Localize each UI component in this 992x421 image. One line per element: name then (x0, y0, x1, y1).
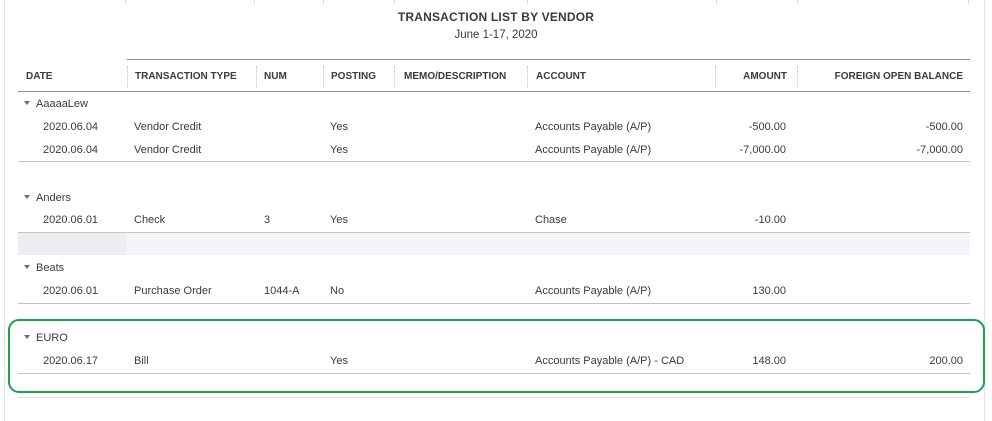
cell-posting: No (330, 285, 345, 297)
ruler-tick (716, 0, 717, 4)
page-left-edge (4, 0, 5, 421)
column-resizer[interactable] (797, 66, 798, 88)
cell-foreign-open-balance (818, 209, 963, 231)
caret-down-icon (24, 101, 30, 106)
column-header-row: DATE TRANSACTION TYPE NUM POSTING MEMO/D… (18, 63, 970, 90)
header-bottom-rule (18, 91, 970, 92)
cell-foreign-open-balance: -7,000.00 (916, 144, 963, 156)
cell-account: Accounts Payable (A/P) (535, 121, 652, 133)
group-total-rule (18, 303, 970, 304)
column-resizer[interactable] (256, 66, 257, 88)
ruler-tick (968, 0, 969, 4)
vendor-group-toggle[interactable]: AaaaaLew (24, 96, 88, 112)
col-header-posting[interactable]: POSTING (331, 63, 376, 90)
cell-num: 3 (264, 214, 271, 226)
column-resizer[interactable] (527, 66, 528, 88)
cell-account: Chase (535, 214, 567, 226)
highlight-box (8, 319, 985, 393)
column-resizer[interactable] (127, 66, 128, 88)
table-row[interactable]: 2020.06.04 Vendor Credit Yes Accounts Pa… (18, 116, 970, 138)
vendor-name: Beats (36, 262, 65, 274)
cell-date: 2020.06.01 (43, 285, 99, 297)
column-resizer[interactable] (394, 66, 395, 88)
header-top-rule (127, 59, 970, 60)
report-title: TRANSACTION LIST BY VENDOR (397, 10, 595, 24)
ruler-tick (125, 0, 126, 4)
vendor-group-toggle[interactable]: Anders (24, 190, 71, 206)
ruler-tick (254, 0, 255, 4)
cell-foreign-open-balance: -500.00 (925, 121, 963, 133)
cell-amount[interactable]: -10.00 (706, 209, 786, 231)
cell-amount[interactable]: -7,000.00 (706, 139, 786, 161)
empty-total-band (18, 233, 970, 255)
ruler-tick (323, 0, 324, 4)
report-date-range: June 1-17, 2020 (454, 29, 538, 41)
cell-transaction-type[interactable]: Purchase Order (134, 280, 212, 302)
report-page: TRANSACTION LIST BY VENDOR June 1-17, 20… (0, 0, 992, 421)
col-header-transaction-type[interactable]: TRANSACTION TYPE (135, 63, 237, 90)
group-total-rule (18, 161, 970, 162)
vendor-name: AaaaaLew (36, 98, 88, 110)
cell-posting: Yes (330, 214, 348, 226)
cell-transaction-type[interactable]: Vendor Credit (134, 116, 201, 138)
cell-amount[interactable]: -500.00 (706, 116, 786, 138)
cell-transaction-type[interactable]: Vendor Credit (134, 139, 201, 161)
col-header-amount[interactable]: AMOUNT (718, 63, 787, 90)
column-resizer[interactable] (323, 66, 324, 88)
ruler-tick (797, 0, 798, 4)
cell-date: 2020.06.04 (43, 144, 99, 156)
vendor-name: Anders (36, 192, 71, 204)
col-header-date[interactable]: DATE (26, 63, 52, 90)
table-row[interactable]: 2020.06.04 Vendor Credit Yes Accounts Pa… (18, 139, 970, 161)
table-row[interactable]: 2020.06.01 Check 3 Yes Chase -10.00 (18, 209, 970, 231)
cell-account: Accounts Payable (A/P) (535, 144, 652, 156)
caret-down-icon (24, 265, 30, 270)
empty-total-band-inner (127, 233, 970, 255)
col-header-foreign-open-balance[interactable]: FOREIGN OPEN BALANCE (808, 63, 963, 90)
column-resizer[interactable] (715, 66, 716, 88)
ruler-tick (527, 0, 528, 4)
cell-posting: Yes (330, 121, 348, 133)
table-row[interactable]: 2020.06.01 Purchase Order 1044-A No Acco… (18, 280, 970, 302)
cell-date: 2020.06.01 (43, 214, 99, 226)
report-bottom-rule (18, 397, 970, 398)
cell-posting: Yes (330, 144, 348, 156)
cell-amount[interactable]: 130.00 (706, 280, 786, 302)
cell-date: 2020.06.04 (43, 121, 99, 133)
col-header-num[interactable]: NUM (264, 63, 287, 90)
col-header-memo[interactable]: MEMO/DESCRIPTION (404, 63, 506, 90)
ruler-tick (394, 0, 395, 4)
vendor-group-toggle[interactable]: Beats (24, 260, 64, 276)
cell-transaction-type[interactable]: Check (134, 209, 165, 231)
cell-foreign-open-balance (818, 280, 963, 302)
cell-num: 1044-A (264, 285, 300, 297)
caret-down-icon (24, 195, 30, 200)
cell-account: Accounts Payable (A/P) (535, 285, 652, 297)
col-header-account[interactable]: ACCOUNT (536, 63, 586, 90)
